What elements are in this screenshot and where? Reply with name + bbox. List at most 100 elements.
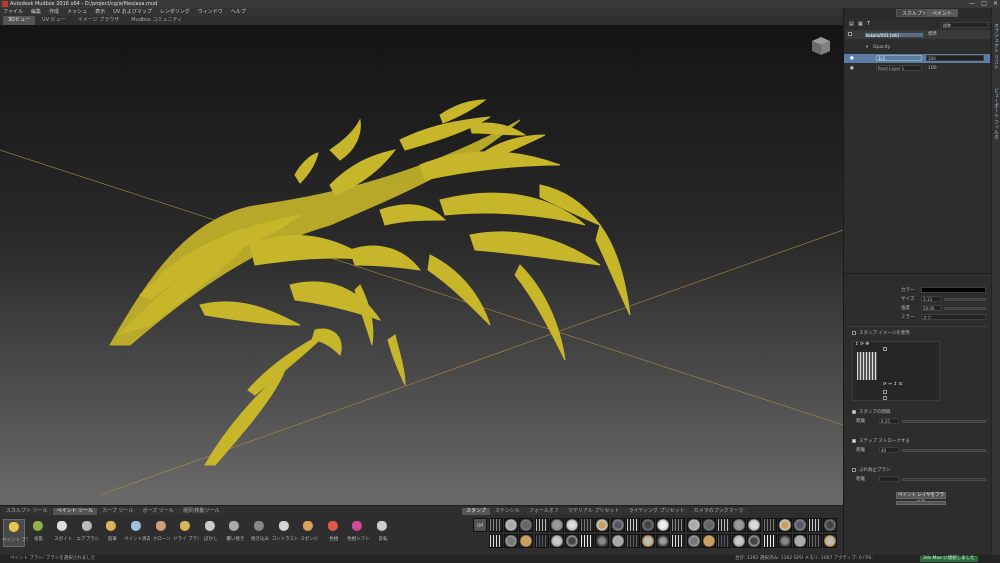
stamp-thumbnail[interactable] (732, 534, 747, 548)
tab-3d-view[interactable]: 3Dビュー (3, 16, 36, 25)
stamp-thumbnail[interactable] (580, 534, 595, 548)
layer-visibility-checkbox[interactable] (848, 32, 852, 36)
close-button[interactable]: ✕ (993, 0, 998, 8)
stamp-thumbnail[interactable] (534, 518, 549, 532)
layer-name[interactable]: 1c1 (876, 55, 922, 61)
stamp-thumbnail[interactable] (732, 518, 747, 532)
stamp-thumbnail[interactable] (610, 518, 625, 532)
painted-model[interactable] (109, 99, 631, 466)
tool-clone[interactable]: クローン (151, 519, 173, 547)
size-field[interactable]: 3.13 (921, 296, 941, 302)
stamp-thumbnail[interactable] (762, 534, 777, 548)
minimize-button[interactable]: — (969, 0, 975, 8)
stamp-spacing-field[interactable]: 40 (879, 447, 899, 453)
stamp-thumbnail[interactable] (823, 518, 838, 532)
stamp-spacing-checkbox[interactable] (852, 439, 856, 443)
stamp-thumbnail[interactable] (717, 518, 731, 532)
stamp-off-button[interactable]: Off (473, 518, 487, 532)
stamp-thumbnail[interactable] (671, 534, 686, 548)
tab-sculpt-tools[interactable]: スカルプト ツール (2, 508, 52, 515)
stamp-thumbnail[interactable] (777, 518, 792, 532)
stamp-thumbnail[interactable] (549, 518, 564, 532)
secondary-button[interactable] (896, 501, 946, 505)
visible-icon[interactable]: ● (850, 54, 854, 63)
stamp-thumbnail[interactable] (565, 534, 579, 548)
menu-file[interactable]: ファイル (3, 8, 23, 16)
stamp-thumbnail[interactable] (747, 518, 762, 532)
menu-create[interactable]: 作成 (49, 8, 59, 16)
stamp-image-checkbox[interactable] (852, 331, 856, 335)
menu-help[interactable]: ヘルプ (231, 8, 246, 16)
3d-viewport[interactable] (0, 25, 843, 505)
channel-expand-icon[interactable]: ▾ (866, 43, 868, 52)
randomize-distance-field[interactable]: 6.25 (879, 418, 899, 424)
stamp-thumbnail[interactable] (625, 518, 640, 532)
tool-burn[interactable]: 焼き込み (249, 519, 271, 547)
stamp-thumbnail[interactable] (595, 534, 610, 548)
stamp-thumbnail[interactable] (671, 518, 686, 532)
mirror-select[interactable]: オフ (921, 314, 986, 320)
tab-object-list[interactable]: オブジェクト リスト (993, 23, 1000, 70)
stamp-spacing-slider[interactable] (902, 449, 986, 452)
stamp-thumbnail[interactable] (519, 518, 534, 532)
visible-icon[interactable]: ● (850, 64, 854, 73)
layer-name[interactable]: Paint Layer 1 (876, 65, 922, 71)
blend-mode-select[interactable]: 標準 (941, 22, 988, 28)
stamp-thumbnail[interactable] (656, 534, 671, 548)
stamp-thumbnail[interactable] (777, 534, 792, 548)
stamp-thumbnail[interactable] (625, 534, 640, 548)
stamp-thumbnail[interactable] (793, 534, 807, 548)
tool-contrast[interactable]: コントラスト (272, 519, 298, 547)
stamp-thumbnail[interactable] (565, 518, 579, 532)
steady-slider[interactable] (902, 478, 986, 481)
tool-dodge[interactable]: 覆い焼き (224, 519, 246, 547)
stamp-thumbnail[interactable] (534, 534, 549, 548)
menu-mesh[interactable]: メッシュ (67, 8, 87, 16)
tool-pencil[interactable]: 鉛筆 (101, 519, 123, 547)
tab-stamp[interactable]: スタンプ (462, 508, 490, 515)
stamp-thumbnail[interactable] (701, 518, 716, 532)
tab-curve-tools[interactable]: カーブ ツール (98, 508, 138, 515)
stamp-thumbnail[interactable] (823, 534, 838, 548)
tool-airbrush[interactable]: エアブラシ (77, 519, 99, 547)
tab-camera-bookmarks[interactable]: カメラのブックマーク (689, 508, 748, 515)
tab-falloff[interactable]: フォールオフ (524, 508, 563, 515)
channel-row[interactable]: ▾ Opacity (846, 43, 990, 52)
stamp-thumbnail[interactable] (610, 534, 625, 548)
menu-uv-maps[interactable]: UV およびマップ (113, 8, 152, 16)
randomize-slider[interactable] (902, 420, 986, 423)
tool-dry-brush[interactable]: ドライ ブラシ (173, 519, 199, 547)
strength-field[interactable]: 20.00 (921, 305, 941, 311)
tab-material-presets[interactable]: マテリアル プリセット (563, 508, 624, 515)
stamp-thumbnail[interactable] (489, 518, 503, 532)
steady-distance-field[interactable] (879, 476, 899, 482)
tab-lighting-presets[interactable]: ライティング プリセット (624, 508, 689, 515)
tab-select-move-tools[interactable]: 選択/移動ツール (178, 508, 224, 515)
stamp-thumbnail[interactable] (701, 534, 716, 548)
tool-hue-shift[interactable]: 色相シフト (347, 519, 370, 547)
stamp-thumbnail[interactable] (656, 518, 671, 532)
tab-stencil[interactable]: ステンシル (490, 508, 524, 515)
tool-invert[interactable]: 反転 (372, 519, 394, 547)
stamp-thumbnail[interactable] (686, 534, 701, 548)
stamp-thumbnail[interactable] (641, 534, 655, 548)
stamp-thumbnail[interactable] (580, 518, 595, 532)
color-swatch[interactable] (921, 287, 986, 293)
stamp-thumbnail[interactable] (641, 518, 655, 532)
viewport-canvas[interactable] (0, 25, 843, 505)
stamp-thumbnail[interactable] (717, 534, 731, 548)
view-cube-icon[interactable] (808, 33, 834, 59)
stamp-thumbnail[interactable] (857, 352, 877, 380)
stamp-tools-icon[interactable]: ↕ ⟳ ✥ (855, 342, 869, 347)
stamp-thumbnail[interactable] (504, 518, 519, 532)
stamp-thumbnail[interactable] (489, 534, 503, 548)
tab-image-browser[interactable]: イメージ ブラウザ (73, 16, 125, 25)
layer-row-selected[interactable]: ● 1c1 100 (844, 54, 990, 63)
strength-slider[interactable] (944, 307, 986, 310)
menu-edit[interactable]: 編集 (31, 8, 41, 16)
layer-row[interactable]: ● Paint Layer 1 100 (846, 64, 990, 73)
stamp-thumbnail[interactable] (762, 518, 777, 532)
randomize-checkbox[interactable] (852, 410, 856, 414)
menu-display[interactable]: 表示 (95, 8, 105, 16)
size-slider[interactable] (944, 298, 986, 301)
